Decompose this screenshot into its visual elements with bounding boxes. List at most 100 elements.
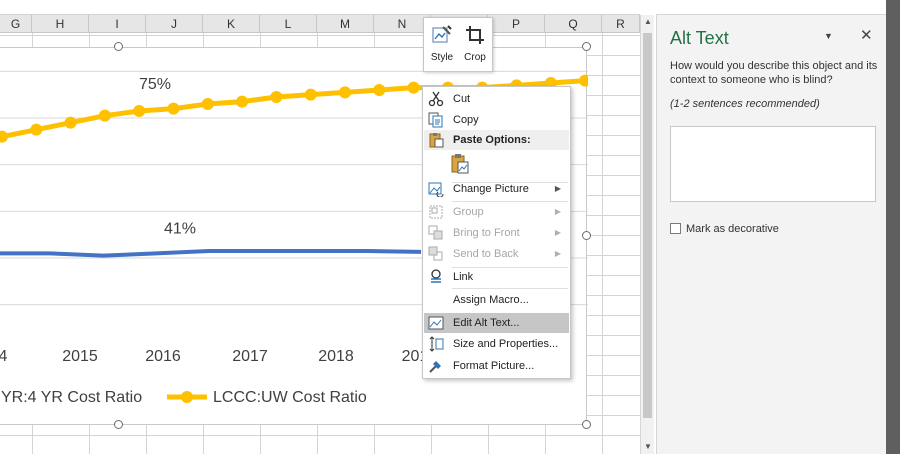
copy-icon: [428, 112, 443, 128]
paste-option-button[interactable]: [450, 153, 472, 177]
paste-options-header: Paste Options:: [424, 130, 569, 150]
scroll-up-icon[interactable]: ▲: [641, 15, 655, 29]
crop-button[interactable]: Crop: [459, 20, 491, 70]
resize-handle-bottom[interactable]: [114, 420, 123, 429]
menu-item-size-properties[interactable]: Size and Properties...: [424, 334, 569, 354]
size-icon: [429, 336, 444, 352]
column-header[interactable]: P: [488, 15, 545, 33]
scroll-thumb[interactable]: [643, 33, 652, 418]
menu-item-bring-to-front[interactable]: Bring to Front ▶: [424, 223, 569, 243]
submenu-arrow-icon: ▶: [554, 228, 561, 237]
column-header[interactable]: K: [203, 15, 260, 33]
legend-label: LCCC:UW Cost Ratio: [213, 389, 367, 406]
scroll-down-icon[interactable]: ▼: [641, 440, 655, 454]
column-header[interactable]: H: [32, 15, 89, 33]
menu-item-edit-alt-text[interactable]: Edit Alt Text...: [424, 313, 569, 333]
scissors-icon: [428, 91, 444, 107]
menu-item-label: Change Picture: [453, 183, 529, 195]
style-label: Style: [430, 52, 454, 63]
x-tick-label: 2018: [318, 348, 354, 365]
column-header[interactable]: Q: [545, 15, 602, 33]
menu-item-label: Copy: [453, 114, 479, 126]
paste-picture-icon: [451, 154, 469, 174]
menu-item-label: Assign Macro...: [453, 294, 529, 306]
pane-top-edge: [656, 0, 886, 15]
data-point: [0, 130, 8, 143]
column-header[interactable]: R: [602, 15, 640, 33]
ribbon-edge: [0, 0, 640, 15]
column-header-bar: G H I J K L M N O P Q R: [0, 15, 640, 33]
close-icon[interactable]: ✕: [860, 26, 873, 44]
menu-item-format-picture[interactable]: Format Picture...: [424, 356, 569, 376]
menu-item-label: Group: [453, 206, 484, 218]
menu-item-send-to-back[interactable]: Send to Back ▶: [424, 244, 569, 264]
pane-options-icon[interactable]: ▼: [824, 31, 833, 41]
column-header[interactable]: I: [89, 15, 146, 33]
data-point: [304, 88, 317, 101]
data-point: [30, 123, 43, 136]
resize-handle-top-right[interactable]: [582, 42, 591, 51]
column-header[interactable]: M: [317, 15, 374, 33]
data-point: [407, 81, 420, 94]
data-point: [339, 86, 351, 99]
mark-decorative-checkbox[interactable]: Mark as decorative: [670, 223, 779, 235]
window-edge: [886, 0, 900, 454]
checkbox-icon[interactable]: [670, 223, 681, 234]
data-label: 75%: [139, 76, 171, 93]
menu-item-copy[interactable]: Copy: [424, 110, 569, 130]
menu-item-assign-macro[interactable]: Assign Macro...: [424, 290, 569, 310]
resize-handle-bottom-right[interactable]: [582, 420, 591, 429]
vertical-scrollbar[interactable]: ▲ ▼: [640, 15, 654, 454]
alt-text-pane: Alt Text ▼ ✕ How would you describe this…: [656, 15, 886, 454]
menu-item-label: Send to Back: [453, 248, 519, 260]
send-back-icon: [428, 246, 443, 261]
data-point: [579, 74, 588, 87]
menu-item-change-picture[interactable]: Change Picture ▶: [424, 179, 569, 199]
resize-handle-top[interactable]: [114, 42, 123, 51]
column-header[interactable]: L: [260, 15, 317, 33]
submenu-arrow-icon: ▶: [554, 249, 561, 258]
alt-text-hint: (1-2 sentences recommended): [670, 98, 820, 110]
menu-item-label: Format Picture...: [453, 360, 535, 372]
paste-icon: [429, 133, 444, 148]
menu-separator: [452, 288, 568, 289]
menu-item-cut[interactable]: Cut: [424, 89, 569, 109]
data-point: [64, 116, 77, 129]
menu-item-group[interactable]: Group ▶: [424, 202, 569, 222]
legend-swatch-marker: [181, 391, 193, 403]
style-button[interactable]: Style: [426, 20, 458, 70]
group-icon: [429, 205, 443, 219]
data-point: [201, 98, 214, 110]
series-line-2yr4yr: [0, 249, 422, 258]
menu-item-link[interactable]: Link: [424, 267, 569, 287]
x-tick-label: 4: [0, 348, 8, 365]
menu-item-label: Link: [453, 271, 474, 283]
submenu-arrow-icon: ▶: [554, 207, 561, 216]
data-point: [373, 84, 386, 96]
alt-text-icon: [428, 316, 444, 330]
data-label: 41%: [164, 220, 196, 237]
resize-handle-right[interactable]: [582, 231, 591, 240]
x-tick-label: 2015: [62, 348, 98, 365]
alt-text-input[interactable]: [670, 126, 876, 202]
column-header[interactable]: G: [0, 15, 32, 33]
legend-label: YR:4 YR Cost Ratio: [1, 389, 142, 406]
format-icon: [429, 361, 441, 373]
menu-item-label: Paste Options:: [453, 134, 531, 146]
mini-toolbar: Style Crop: [423, 17, 493, 72]
crop-icon: [466, 26, 484, 44]
alt-text-question: How would you describe this object and i…: [670, 60, 878, 86]
data-point: [236, 95, 249, 108]
change-picture-icon: [428, 182, 444, 197]
style-icon: [432, 25, 452, 43]
x-tick-label: 2017: [232, 348, 268, 365]
menu-item-label: Size and Properties...: [453, 338, 559, 350]
bring-front-icon: [428, 225, 443, 240]
pane-title: Alt Text: [670, 28, 729, 48]
column-header[interactable]: J: [146, 15, 203, 33]
submenu-arrow-icon: ▶: [554, 184, 561, 193]
menu-item-label: Edit Alt Text...: [453, 317, 520, 329]
context-menu: Cut Copy Paste Options: Change Picture ▶…: [422, 86, 571, 379]
menu-item-label: Cut: [453, 93, 471, 105]
x-tick-label: 2016: [145, 348, 181, 365]
